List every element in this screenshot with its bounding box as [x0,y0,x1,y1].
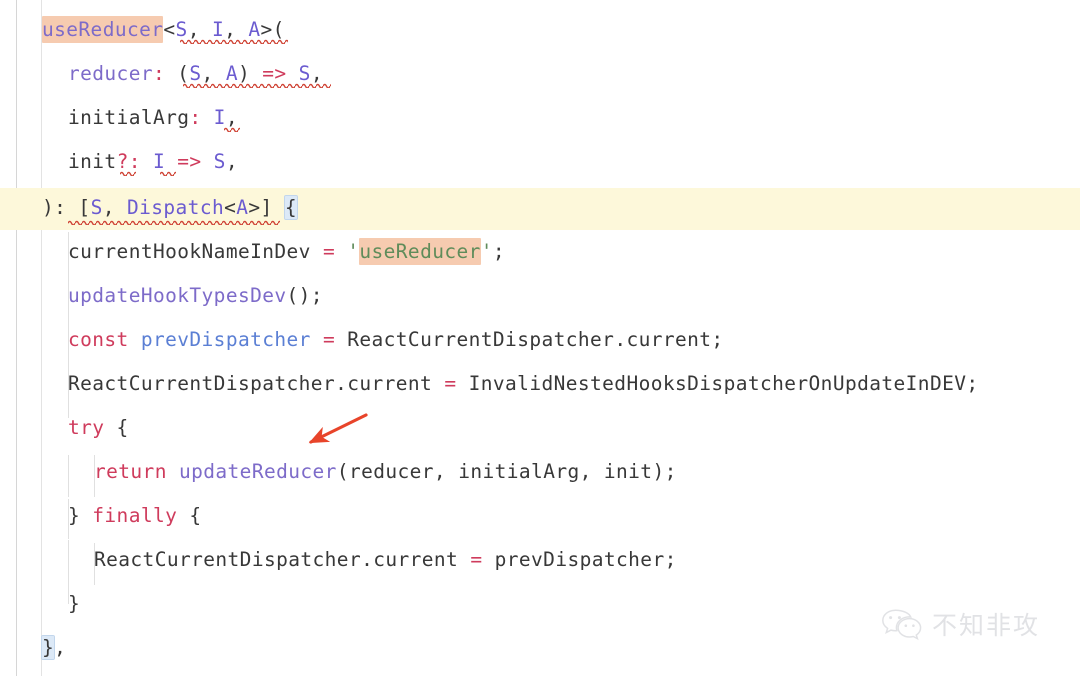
error-squiggle-line-5 [68,219,280,225]
code-line-15: }, [40,626,67,670]
token-colon-2: : [152,62,166,85]
token-type-a-5: A [236,196,249,219]
error-squiggle-line-2 [183,82,331,88]
code-line-9: ReactCurrentDispatcher.current = Invalid… [68,362,979,406]
token-brace-close-try: } [68,504,93,527]
token-type-i-3: I [201,106,226,129]
token-equals-6: = [322,240,336,263]
error-squiggle-line-3 [224,126,240,132]
code-line-14: } [68,582,80,626]
token-call-parens-7: (); [286,284,323,307]
code-line-11: return updateReducer(reducer, initialArg… [94,450,677,494]
code-editor-screenshot: useReducer<S, I, A>( reducer: (S, A) => … [0,0,1080,676]
token-semicolon-6: ; [492,240,506,263]
code-line-4: init?: I => S, [68,140,238,184]
token-type-s-5: S [90,196,103,219]
token-brace-open-try: { [104,416,129,439]
token-brace-open-finally: { [177,504,202,527]
watermark-text: 不知非攻 [932,611,1041,640]
token-angle-open: < [163,18,176,41]
token-brace-open-matched: { [283,195,298,220]
token-angle-close-5: > [248,196,261,219]
token-lhs-13: ReactCurrentDispatcher.current [94,548,471,571]
code-line-12: } finally { [68,494,202,538]
token-comma-15: , [54,636,67,659]
token-quote-close: ' [480,240,493,263]
token-keyword-try: try [68,416,105,439]
token-param-reducer: reducer [68,62,153,85]
token-fn-updatehooktypesdev: updateHookTypesDev [68,284,287,307]
token-args-11: (reducer, initialArg, init); [336,460,677,483]
code-line-8: const prevDispatcher = ReactCurrentDispa… [68,318,724,362]
error-squiggle-line-4a [120,170,136,176]
token-rhs-9: InvalidNestedHooksDispatcherOnUpdateInDE… [456,372,979,395]
code-lines: useReducer<S, I, A>( reducer: (S, A) => … [0,0,1080,676]
token-type-s-4: S [201,150,226,173]
token-keyword-return: return [94,460,167,483]
token-bracket-close-5: ] [260,196,285,219]
watermark: 不知非攻 [880,606,1040,642]
indent-guide-try [68,455,69,497]
token-brace-close-finally: } [68,592,81,615]
code-line-6: currentHookNameInDev = 'useReducer'; [68,230,505,274]
token-keyword-const: const [68,328,129,351]
token-currenthooknameindev: currentHookNameInDev [68,240,323,263]
token-string-usereducer: useReducer [359,238,481,265]
token-param-initialarg: initialArg [68,106,190,129]
token-close-paren-bracket: ): [ [42,196,91,219]
token-var-prevdispatcher: prevDispatcher [128,328,323,351]
wechat-icon [882,609,922,641]
token-equals-8: = [322,328,336,351]
code-line-1: useReducer<S, I, A>( [42,8,285,52]
token-quote-open: ' [335,240,360,263]
token-rhs-13: prevDispatcher; [482,548,677,571]
token-equals-9: = [444,372,457,395]
token-angle-open-5: < [224,196,237,219]
token-rhs-8: ReactCurrentDispatcher.current; [335,328,724,351]
token-param-init: init [68,150,117,173]
token-type-dispatch: Dispatch [126,196,225,219]
code-line-10: try { [68,406,129,450]
code-line-2: reducer: (S, A) => S, [68,52,323,96]
token-brace-close-matched: } [40,635,56,660]
token-fn-updatereducer: updateReducer [166,460,337,483]
code-line-13: ReactCurrentDispatcher.current = prevDis… [94,538,677,582]
token-lhs-9: ReactCurrentDispatcher.current [68,372,445,395]
token-equals-13: = [470,548,483,571]
token-comma-7: , [102,196,127,219]
token-colon-3: : [189,106,202,129]
code-line-3: initialArg: I, [68,96,238,140]
error-squiggle-line-4b [160,170,176,176]
token-fat-arrow-4: => [177,150,202,173]
code-line-7: updateHookTypesDev(); [68,274,323,318]
token-keyword-finally: finally [92,504,178,527]
token-usereducer-declaration: useReducer [42,16,164,43]
error-squiggle-line-1 [180,38,288,44]
token-comma-6: , [225,150,238,173]
